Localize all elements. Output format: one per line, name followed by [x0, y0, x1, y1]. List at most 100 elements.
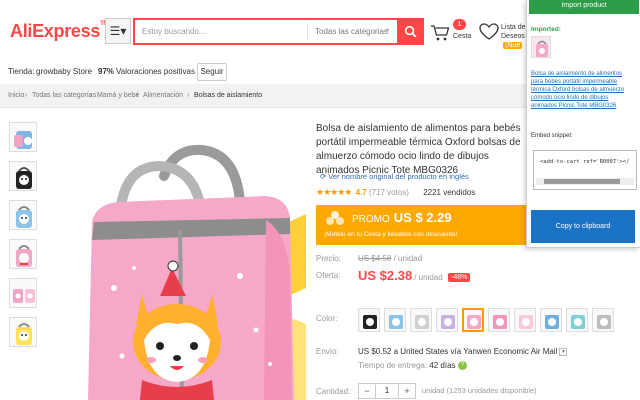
lunch-bag-thumbnail-image	[16, 245, 32, 267]
available-units: unidad (1253 unidades disponible)	[422, 386, 537, 395]
color-swatch[interactable]	[540, 308, 562, 332]
breadcrumb-item[interactable]: Inicio	[8, 92, 24, 99]
quantity-label: Cantidad:	[316, 387, 351, 396]
product-title: Bolsa de aislamiento de alimentos para b…	[316, 123, 521, 176]
thumbnail[interactable]	[9, 200, 37, 230]
color-swatch[interactable]	[566, 308, 588, 332]
shipping-value[interactable]: US $0.52 a United States vía Yanwen Econ…	[358, 347, 568, 356]
imported-product-link[interactable]: Bolsa de aislamiento de alimentos para b…	[531, 70, 635, 110]
shipping-label: Envío:	[316, 347, 339, 356]
search-button[interactable]	[397, 18, 424, 45]
follow-store-button[interactable]: Seguir	[197, 63, 227, 81]
blue-bag-swatch-image	[545, 315, 559, 329]
gray-bag-swatch-image	[415, 315, 429, 329]
new-badge: ¡Nue	[503, 42, 523, 49]
cart-button[interactable]: 1 Cesta	[430, 19, 475, 46]
pink-bag-swatch-image	[493, 315, 507, 329]
embed-snippet-box[interactable]: <add-to-cart ref='R0007'></	[533, 150, 637, 190]
black-bag-swatch-image	[363, 315, 377, 329]
star-rating-icon: ★★★★★	[316, 187, 352, 197]
quantity-input[interactable]: 1	[375, 384, 399, 398]
imported-product-thumbnail	[531, 36, 551, 58]
breadcrumb-separator: ›	[25, 92, 28, 99]
cart-count-badge: 1	[453, 19, 466, 30]
breadcrumb-separator: ›	[187, 92, 190, 99]
search-icon	[404, 25, 417, 38]
search-input[interactable]	[135, 20, 307, 43]
thumbnail[interactable]	[9, 278, 37, 308]
chevron-down-icon: ▾	[385, 28, 389, 34]
color-label: Color:	[316, 314, 338, 323]
lunch-bag-thumbnail-image	[16, 323, 32, 345]
aliexpress-logo[interactable]: AliExpressTM	[10, 21, 108, 42]
decrease-quantity-button[interactable]: −	[359, 384, 375, 398]
offer-label: Oferta:	[316, 271, 341, 280]
cart-label: Cesta	[453, 33, 472, 40]
rating-votes[interactable]: (717 votos)	[369, 188, 409, 197]
lunch-bag-thumbnail-image	[16, 167, 32, 189]
search-category-select[interactable]: Todas las categorias ▾	[307, 23, 395, 40]
horizontal-scrollbar[interactable]	[536, 178, 634, 185]
color-swatch[interactable]	[436, 308, 458, 332]
page: AliExpressTM ☰▾ Todas las categorias▾ 1 …	[0, 0, 640, 400]
delivery-time: Tiempo de entrega: 42 días ?	[358, 361, 467, 371]
store-label: Tienda:	[8, 67, 35, 76]
help-icon[interactable]: ?	[457, 361, 467, 371]
promo-subtext: ¡Mételo en tu Cesta y llévatelo con desc…	[324, 231, 458, 238]
search-bar: Todas las categorias▾	[133, 18, 424, 45]
thumbnail[interactable]	[9, 122, 37, 152]
chevron-down-icon[interactable]: ▾	[559, 347, 568, 356]
breadcrumb-item[interactable]: Alimentación	[143, 92, 183, 99]
color-swatch[interactable]	[488, 308, 510, 332]
store-rating-label: Valoraciones positivas	[116, 67, 196, 76]
main-product-image[interactable]	[44, 118, 306, 400]
light-pink-bag-swatch-image	[519, 315, 533, 329]
breadcrumb-separator: ›	[136, 92, 139, 99]
color-swatch-selected[interactable]	[462, 308, 484, 332]
breadcrumb-item[interactable]: Mamá y bebé	[97, 92, 139, 99]
promo-price: US $ 2.29	[393, 210, 452, 225]
rating-value: 4.7	[355, 188, 367, 197]
copy-to-clipboard-button[interactable]: Copy to clipboard	[531, 210, 635, 243]
thumbnail[interactable]	[9, 239, 37, 269]
lunch-bag-thumbnail-image	[16, 206, 32, 228]
thumbnail[interactable]	[9, 161, 37, 191]
color-swatch[interactable]	[384, 308, 406, 332]
lunch-bag-thumbnail-image	[14, 131, 32, 149]
imported-label: Imported:	[531, 26, 561, 33]
translate-icon: ⟳	[320, 172, 327, 181]
cart-icon	[431, 25, 450, 41]
promo-icon	[326, 211, 344, 225]
breadcrumb-separator: ›	[90, 92, 93, 99]
color-swatch[interactable]	[592, 308, 614, 332]
pink-lunch-bag-image	[44, 118, 306, 400]
original-name-link[interactable]: ⟳ Ver nombre original del producto en ing…	[320, 172, 469, 181]
color-swatch[interactable]	[358, 308, 380, 332]
lunch-bag-thumbnail-image	[13, 289, 35, 303]
breadcrumb-item[interactable]: Todas las categorías	[32, 92, 96, 99]
pink-lunch-bag-image	[536, 40, 548, 57]
color-swatch[interactable]	[410, 308, 432, 332]
color-swatches	[358, 308, 628, 334]
store-name[interactable]: growbaby Store	[36, 67, 92, 76]
product-rating: ★★★★★ 4.7 (717 votos) 2221 vendidos	[316, 187, 475, 198]
price-label: Precio:	[316, 254, 341, 263]
category-menu-button[interactable]: ☰▾	[105, 18, 131, 44]
breadcrumb-current: Bolsas de aislamiento	[194, 92, 263, 99]
thumbnail[interactable]	[9, 317, 37, 347]
original-price: US $4.58 / unidad	[358, 254, 423, 263]
import-product-button[interactable]: Import product	[529, 0, 639, 14]
wishlist-label: Lista de Deseos	[501, 24, 526, 40]
heart-icon	[479, 23, 499, 40]
embed-snippet-label: Embed snippet:	[531, 133, 573, 139]
scrollbar-thumb[interactable]	[544, 179, 620, 184]
sale-price: US $2.38/ unidad	[358, 268, 443, 283]
color-swatch[interactable]	[514, 308, 536, 332]
promo-label: PROMO US $ 2.29	[352, 210, 452, 225]
increase-quantity-button[interactable]: +	[399, 384, 415, 398]
quantity-stepper: − 1 +	[358, 383, 416, 399]
blue-bag-swatch-image	[389, 315, 403, 329]
import-extension-panel: Import product Imported: Bolsa de aislam…	[526, 0, 640, 248]
discount-badge: -48%	[448, 273, 471, 282]
gray-bag-swatch-image	[597, 315, 611, 329]
